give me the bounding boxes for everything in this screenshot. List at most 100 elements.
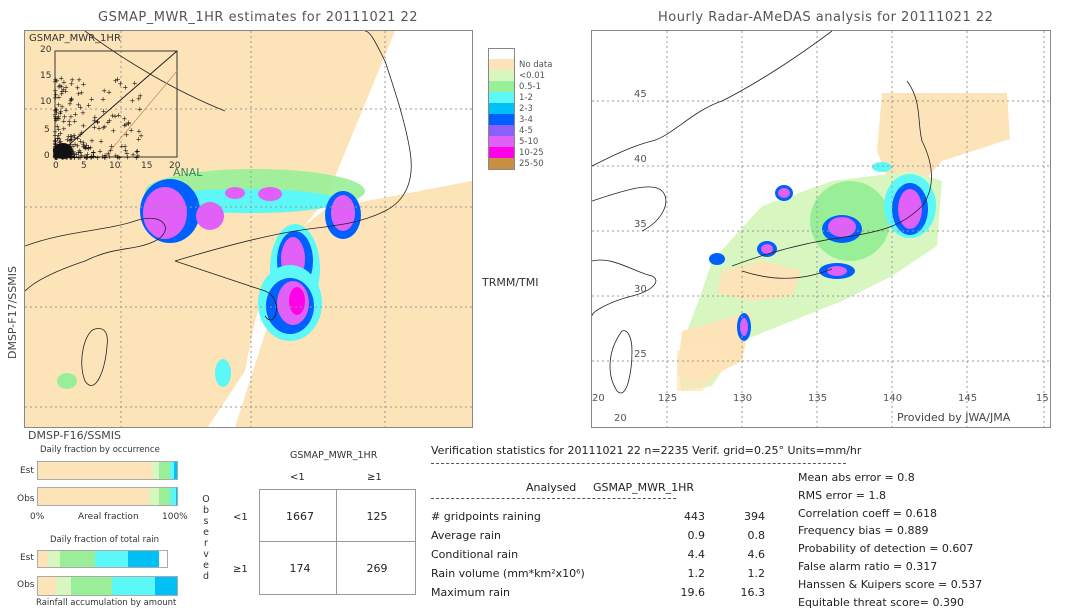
scatter-point: + [134,154,140,162]
scatter-point: + [86,101,92,109]
total-rain-title: Daily fraction of total rain [50,535,160,545]
scatter-point: + [122,83,128,91]
inset-ytick-0: 0 [44,151,50,161]
bar-segment [48,551,60,567]
contingency-header: GSMAP_MWR_1HR [290,450,378,461]
stats-label: Rain volume (mm*km²x10⁶) [431,567,585,580]
legend-item: 25-50 [488,157,552,170]
stats-col-analysed: Analysed [526,481,577,494]
scatter-dense-cluster [53,143,73,159]
left-map: + + + + + + + + + + + + + + + + + + + + + + + + + + + + + + + + + + + + + + + +… [24,30,473,428]
bar-segment [71,577,112,595]
stats-gsmap: 394 [744,510,765,523]
stats-analysed: 0.9 [687,529,706,542]
contingency-cell-hit: 269 [366,561,388,575]
inset-xtick-0: 0 [53,161,59,171]
stats-label: Average rain [431,529,501,542]
lon-tick-130: 130 [733,393,753,404]
legend-item: 10-25 [488,147,552,158]
occurrence-obs-label: Obs [17,494,35,504]
total-rain-obs-bar [37,576,178,596]
total-rain-est-label: Est [20,553,34,563]
legend-label: 3-4 [519,114,533,125]
scatter-point: + [119,143,125,151]
legend-item: 2-3 [488,103,552,114]
lat-tick-45: 45 [634,89,647,100]
scatter-point: + [137,92,143,100]
legend-item: 3-4 [488,114,552,125]
right-map-canvas [592,31,1050,427]
legend-item: 1-2 [488,92,552,103]
scatter-point: + [67,133,73,141]
legend-swatch [488,136,515,147]
scatter-point: + [78,149,84,157]
occurrence-title: Daily fraction by occurrence [40,445,160,455]
legend-swatch [488,47,515,60]
bar-segment [94,551,129,567]
stats-analysed: 1.2 [687,567,706,580]
stats-subdivider [431,498,676,499]
scatter-point: + [108,147,114,155]
scatter-point: + [58,75,64,83]
legend-item: 4-5 [488,125,552,136]
scatter-point: + [75,84,81,92]
right-map-title: Hourly Radar-AMeDAS analysis for 2011102… [658,10,994,25]
bar-segment [38,577,57,595]
stats-gsmap: 16.3 [740,586,766,599]
bar-segment [158,462,171,479]
lat-tick-25: 25 [634,349,647,360]
bar-segment [158,488,171,505]
legend-item: 0.5-1 [488,81,552,92]
scatter-point: + [61,117,67,125]
scatter-point: + [122,122,128,130]
contingency-cell-miss-none: 1667 [286,509,314,523]
legend-swatch [488,114,515,125]
scatter-point: + [136,127,142,135]
stats-analysed: 443 [684,510,705,523]
legend-item: 5-10 [488,136,552,147]
left-map-canvas: +++++++ +++++++++++++++++++++++++++++++++… [25,31,472,427]
stats-gsmap: 1.2 [747,567,766,580]
legend-item: No data [488,59,552,70]
scatter-point: + [95,118,101,126]
scatter-point: + [69,76,75,84]
inset-ytick-5: 5 [44,125,50,135]
legend-item: <0.01 [488,70,552,81]
lat-tick-30: 30 [634,284,647,295]
legend-label: <0.01 [519,70,546,81]
right-satellite-label: TRMM/TMI [482,276,539,289]
lon-tick-140: 140 [883,393,903,404]
scatter-point: + [77,103,83,111]
legend-label: 2-3 [519,103,533,114]
score-line: False alarm ratio = 0.317 [798,560,938,573]
stats-col-gsmap: GSMAP_MWR_1HR [593,481,695,494]
total-rain-footer: Rainfall accumulation by amount [36,598,177,608]
inset-xtick-15: 15 [141,161,153,171]
lat-tick-20: 20 [614,413,627,424]
contingency-row-ge1: ≥1 [233,564,248,575]
scatter-point: + [132,80,138,88]
scatter-point: + [101,108,107,116]
scatter-point: + [110,127,116,135]
stats-divider [431,463,846,464]
lon-tick-120: 20 [592,393,605,404]
scatter-point: + [116,112,122,120]
legend-label: 1-2 [519,92,533,103]
bar-segment [59,551,95,567]
legend-swatch [488,92,515,103]
scatter-point: + [110,112,116,120]
scatter-point: + [81,81,87,89]
stats-gsmap: 0.8 [747,529,766,542]
data-credit: Provided by JWA/JMA [897,411,1011,424]
total-rain-est-bar [37,550,168,568]
scatter-point: + [100,96,106,104]
score-line: Frequency bias = 0.889 [798,524,929,538]
scatter-point: + [54,106,60,114]
contingency-row-title: Observed [202,494,210,582]
scatter-point: + [59,87,65,95]
bar-segment [149,488,159,505]
score-line: Mean abs error = 0.8 [798,471,915,484]
inset-ytick-15: 15 [40,71,52,81]
scatter-point: + [69,96,75,104]
inset-xtick-5: 5 [81,161,87,171]
